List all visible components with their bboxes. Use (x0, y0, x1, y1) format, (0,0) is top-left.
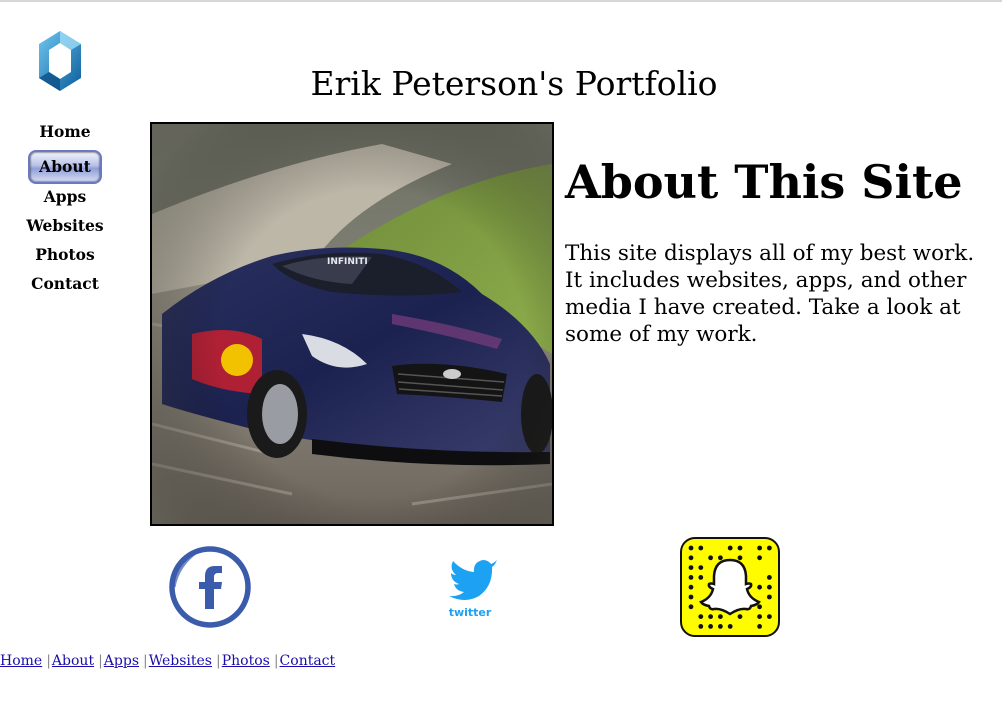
footer-separator: | (216, 653, 221, 669)
snapcode-dot (757, 545, 762, 551)
snapcode-dot (727, 545, 733, 551)
snapcode-dot (708, 624, 713, 629)
footer-links: Home |About |Apps |Websites |Photos |Contact (0, 652, 335, 670)
top-border (0, 0, 1002, 2)
nav-item-label: About (28, 150, 102, 184)
snapchat-snapcode-icon[interactable] (679, 536, 781, 638)
race-car-photo: INFINITI (150, 122, 554, 526)
snapcode-dot (708, 555, 713, 561)
snapcode-dot (767, 545, 772, 551)
snapcode-dot (698, 565, 704, 570)
footer-separator: | (273, 653, 279, 669)
site-title: Erik Peterson's Portfolio (310, 64, 718, 104)
snapcode-dot (737, 555, 743, 561)
snapcode-dot (718, 624, 723, 629)
snapcode-dot (688, 584, 694, 590)
snapcode-dot (737, 545, 743, 551)
footer-link-apps[interactable]: Apps (104, 653, 139, 669)
snapcode-dot (708, 614, 713, 619)
footer-link-home[interactable]: Home (0, 653, 42, 669)
snapcode-dot (698, 624, 704, 629)
nav-item-label: Apps (43, 187, 87, 206)
snapcode-dot (698, 575, 704, 580)
footer-link-photos[interactable]: Photos (222, 653, 270, 669)
snapcode-dot (757, 614, 762, 619)
nav-item-websites[interactable]: Websites (20, 214, 110, 243)
snapcode-dot (718, 614, 723, 619)
about-paragraph: This site displays all of my best work. … (565, 241, 975, 347)
snapcode-dot (688, 545, 694, 551)
snapcode-dot (757, 555, 762, 561)
nav-item-photos[interactable]: Photos (20, 243, 110, 272)
snapcode-dot (737, 614, 743, 619)
snapcode-dot (688, 575, 694, 580)
about-heading: About This Site (565, 155, 963, 209)
footer-link-about[interactable]: About (52, 653, 94, 669)
footer-separator: | (143, 653, 148, 669)
snapcode-dot (698, 614, 704, 619)
snapcode-dot (767, 575, 772, 580)
snapcode-dot (767, 584, 772, 590)
nav-item-about[interactable]: About (20, 150, 110, 184)
nav-item-label: Contact (31, 274, 99, 293)
footer-separator: | (46, 653, 51, 669)
snapcode-dot (688, 565, 694, 570)
nav-item-contact[interactable]: Contact (20, 272, 110, 301)
nav-item-apps[interactable]: Apps (20, 185, 110, 214)
snapcode-dot (688, 555, 694, 561)
snapcode-dot (767, 614, 772, 619)
snapcode-dot (698, 545, 704, 551)
main-nav: Home About Apps Websites Photos Contact (20, 120, 110, 301)
footer-link-contact[interactable]: Contact (280, 653, 336, 669)
snapcode-dot (757, 624, 762, 629)
facebook-icon[interactable] (168, 545, 252, 629)
snapcode-dot (727, 624, 733, 629)
nav-item-home[interactable]: Home (20, 120, 110, 149)
nav-item-label: Photos (35, 245, 95, 264)
footer-link-websites[interactable]: Websites (149, 653, 212, 669)
twitter-wordmark: twitter (448, 606, 492, 619)
nav-item-label: Home (39, 122, 91, 141)
footer-separator: | (98, 653, 103, 669)
twitter-icon[interactable]: twitter (441, 556, 499, 619)
snapcode-dot (757, 584, 762, 590)
snapcode-dot (718, 555, 723, 561)
snapcode-dot (767, 594, 772, 600)
snapcode-dot (688, 594, 694, 600)
nav-item-label: Websites (26, 216, 104, 235)
snapcode-dot (757, 604, 762, 610)
snapcode-dot (688, 604, 694, 610)
